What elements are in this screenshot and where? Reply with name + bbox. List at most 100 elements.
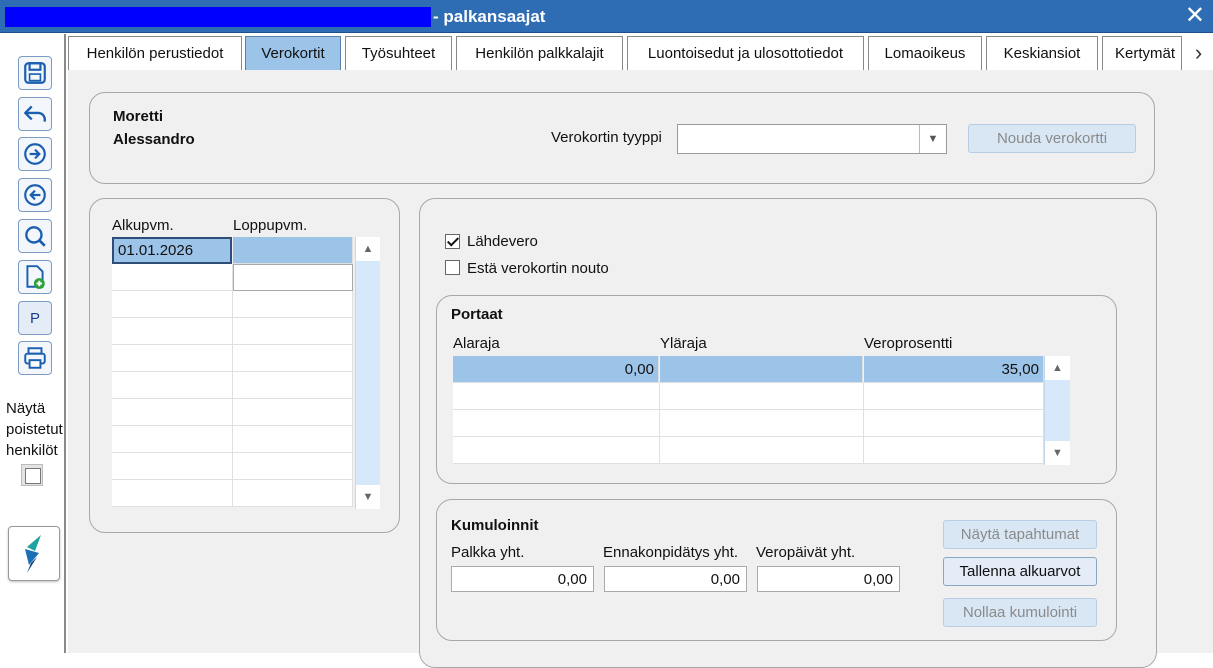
person-first-name: Alessandro — [113, 131, 195, 148]
tab-luontoisedut[interactable]: Luontoisedut ja ulosottotiedot — [627, 36, 864, 70]
table-row[interactable] — [233, 372, 353, 399]
tab-henkilon-palkkalajit[interactable]: Henkilön palkkalajit — [456, 36, 623, 70]
save-icon — [24, 62, 46, 84]
bracket-percent-cell[interactable]: 35,00 — [864, 356, 1044, 383]
period-start-cell[interactable]: 01.01.2026 — [112, 237, 232, 264]
search-icon — [25, 226, 46, 247]
cumulative-panel: Kumuloinnit Palkka yht. Ennakonpidätys y… — [436, 499, 1117, 641]
reset-cumulation-button[interactable]: Nollaa kumulointi — [943, 598, 1097, 627]
scroll-down-icon[interactable]: ▼ — [356, 485, 380, 509]
scroll-down-icon[interactable]: ▼ — [1045, 441, 1070, 465]
prevent-fetch-label: Estä verokortin nouto — [467, 260, 609, 277]
table-row[interactable] — [233, 345, 353, 372]
next-button[interactable] — [18, 137, 52, 171]
printer-icon — [24, 347, 46, 369]
salary-total-field[interactable]: 0,00 — [451, 566, 594, 592]
table-row[interactable] — [112, 264, 233, 291]
table-row[interactable] — [864, 410, 1044, 437]
table-row[interactable] — [112, 453, 233, 480]
table-row[interactable] — [864, 383, 1044, 410]
table-row[interactable] — [233, 399, 353, 426]
undo-icon — [24, 105, 46, 122]
p-button[interactable]: P — [18, 301, 52, 335]
bracket-upper-cell[interactable] — [660, 356, 863, 383]
undo-button[interactable] — [18, 97, 52, 131]
tab-bar: Henkilön perustiedot Verokortit Työsuhte… — [68, 34, 1213, 70]
brackets-grid: 0,00 35,00 ▲ ▼ — [453, 356, 1073, 466]
table-row[interactable] — [112, 345, 233, 372]
previous-button[interactable] — [18, 178, 52, 212]
table-row[interactable] — [660, 437, 864, 464]
print-button[interactable] — [18, 341, 52, 375]
bracket-lower-cell[interactable]: 0,00 — [453, 356, 659, 383]
table-row[interactable] — [112, 426, 233, 453]
upper-limit-header: Yläraja — [660, 335, 707, 352]
table-row[interactable] — [453, 383, 660, 410]
withholding-total-label: Ennakonpidätys yht. — [603, 544, 739, 561]
period-end-cell[interactable] — [233, 237, 353, 264]
close-icon[interactable]: ✕ — [1185, 3, 1205, 29]
table-row[interactable] — [233, 480, 353, 507]
taxdays-total-field[interactable]: 0,00 — [757, 566, 900, 592]
prevent-fetch-checkbox[interactable] — [445, 260, 460, 275]
app-logo-button[interactable] — [8, 526, 60, 581]
table-row[interactable] — [112, 480, 233, 507]
scroll-up-icon[interactable]: ▲ — [356, 237, 380, 261]
arrow-left-circle-icon — [24, 184, 46, 206]
arrow-right-circle-icon — [24, 143, 46, 165]
withholding-checkbox[interactable] — [445, 234, 460, 249]
table-row[interactable] — [112, 399, 233, 426]
withholding-total-field[interactable]: 0,00 — [604, 566, 747, 592]
start-date-header: Alkupvm. — [112, 217, 174, 234]
table-row[interactable] — [112, 291, 233, 318]
withholding-label: Lähdevero — [467, 233, 538, 250]
show-deleted-checkbox[interactable] — [21, 464, 43, 486]
chevron-down-icon[interactable]: ▼ — [919, 125, 946, 153]
table-row[interactable] — [660, 383, 864, 410]
table-row[interactable] — [453, 410, 660, 437]
tab-lomaoikeus[interactable]: Lomaoikeus — [868, 36, 982, 70]
tab-verokortit[interactable]: Verokortit — [245, 36, 341, 70]
brackets-panel: Portaat Alaraja Yläraja Veroprosentti 0,… — [436, 295, 1117, 484]
table-row[interactable] — [233, 318, 353, 345]
end-date-header: Loppupvm. — [233, 217, 308, 234]
add-document-icon — [26, 265, 45, 289]
table-row[interactable] — [660, 410, 864, 437]
tab-tyosuhteet[interactable]: Työsuhteet — [345, 36, 452, 70]
table-row[interactable] — [112, 372, 233, 399]
table-row[interactable] — [864, 437, 1044, 464]
logo-icon — [25, 534, 41, 573]
tab-scroll-right-icon[interactable]: › — [1184, 40, 1213, 66]
scroll-up-icon[interactable]: ▲ — [1045, 356, 1070, 380]
title-bar: - palkansaajat ✕ — [0, 0, 1213, 33]
tax-percent-header: Veroprosentti — [864, 335, 953, 352]
fetch-card-button[interactable]: Nouda verokortti — [968, 124, 1136, 153]
person-last-name: Moretti — [113, 108, 163, 125]
periods-panel: Alkupvm. Loppupvm. 01.01.2026 ▲ ▼ — [89, 198, 400, 533]
brackets-scrollbar[interactable]: ▲ ▼ — [1044, 356, 1070, 465]
table-row[interactable] — [233, 264, 353, 291]
show-events-button[interactable]: Näytä tapahtumat — [943, 520, 1097, 549]
new-document-button[interactable] — [18, 260, 52, 294]
save-initial-values-button[interactable]: Tallenna alkuarvot — [943, 557, 1097, 586]
title-redacted-name — [5, 7, 431, 27]
main-content: Henkilön perustiedot Verokortit Työsuhte… — [68, 34, 1213, 668]
tab-keskiansiot[interactable]: Keskiansiot — [986, 36, 1098, 70]
tab-kertymat[interactable]: Kertymät — [1102, 36, 1182, 70]
card-type-select[interactable]: ▼ — [677, 124, 947, 154]
show-deleted-label: Näytä poistetut henkilöt — [6, 400, 63, 459]
tab-henkilon-perustiedot[interactable]: Henkilön perustiedot — [68, 36, 242, 70]
person-header-panel: Moretti Alessandro Verokortin tyyppi ▼ N… — [89, 92, 1155, 184]
taxdays-total-label: Veropäivät yht. — [756, 544, 856, 561]
save-button[interactable] — [18, 56, 52, 90]
search-button[interactable] — [18, 219, 52, 253]
table-row[interactable] — [233, 291, 353, 318]
cumulative-title: Kumuloinnit — [451, 517, 539, 534]
brackets-title: Portaat — [451, 306, 503, 323]
table-row[interactable] — [233, 453, 353, 480]
table-row[interactable] — [453, 437, 660, 464]
table-row[interactable] — [112, 318, 233, 345]
left-toolbar: P Näytä poistetut henkilöt — [0, 34, 66, 653]
table-row[interactable] — [233, 426, 353, 453]
periods-scrollbar[interactable]: ▲ ▼ — [355, 237, 380, 509]
